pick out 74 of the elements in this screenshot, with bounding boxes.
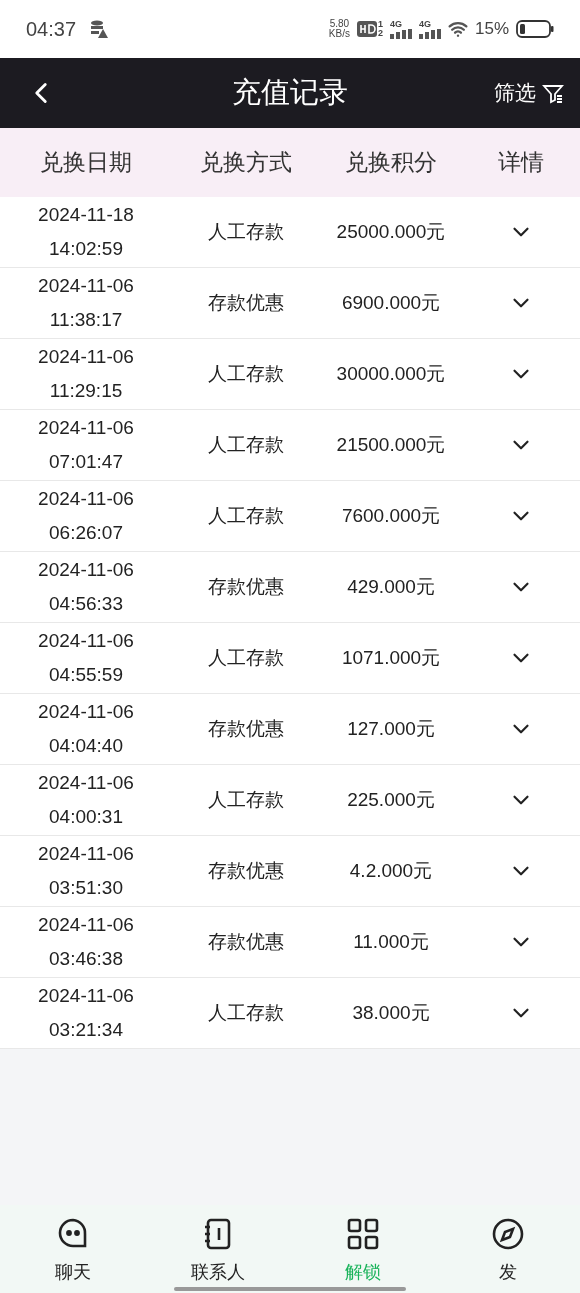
network-type: 4G: [389, 19, 402, 29]
battery-icon: [516, 20, 554, 38]
network-speed-unit: KB/s: [328, 29, 350, 39]
battery-percent: 15%: [474, 18, 509, 41]
record-method: 人工存款: [207, 219, 285, 244]
grid-icon: [345, 1217, 380, 1251]
record-method: 存款优惠: [207, 574, 285, 599]
record-date: 2024-11-18: [38, 203, 134, 227]
record-time: 11:29:15: [49, 379, 123, 403]
record-amount: 21500.000元: [335, 432, 447, 457]
compass-icon: [490, 1217, 525, 1251]
record-method: 人工存款: [207, 787, 285, 812]
network-type: 4G: [418, 19, 431, 29]
record-time: 03:51:30: [49, 876, 123, 900]
status-time: 04:37: [26, 17, 77, 42]
signal-icon: [389, 29, 412, 39]
filter-icon: [542, 82, 564, 104]
record-amount: 127.000元: [346, 716, 436, 741]
wifi-icon: [447, 19, 468, 39]
nav-tab[interactable]: 联系人: [145, 1205, 290, 1293]
record-method: 存款优惠: [207, 290, 285, 315]
record-amount: 6900.000元: [340, 290, 442, 315]
record-date: 2024-11-06: [38, 629, 134, 653]
record-time: 04:04:40: [49, 734, 123, 758]
network-speed: 5.80: [329, 19, 350, 29]
record-amount: 38.000元: [351, 1000, 431, 1025]
record-time: 04:56:33: [49, 592, 123, 616]
record-time: 03:46:38: [49, 947, 123, 971]
nav-tab[interactable]: 聊天: [0, 1205, 145, 1293]
column-header: 兑换积分: [344, 148, 438, 178]
record-time: 11:38:17: [49, 308, 123, 332]
record-method: 存款优惠: [207, 716, 285, 741]
record-time: 04:00:31: [49, 805, 123, 829]
record-time: 03:21:34: [49, 1018, 123, 1042]
record-time: 07:01:47: [49, 450, 123, 474]
record-method: 人工存款: [207, 503, 285, 528]
record-amount: 429.000元: [346, 574, 436, 599]
record-method: 人工存款: [207, 1000, 285, 1025]
record-date: 2024-11-06: [38, 771, 134, 795]
signal-icon: [418, 29, 441, 39]
record-amount: 11.000元: [352, 929, 430, 954]
record-amount: 4.2.000元: [348, 858, 434, 883]
record-method: 存款优惠: [207, 858, 285, 883]
page-title: 充值记录: [232, 75, 348, 111]
record-method: 人工存款: [207, 645, 285, 670]
sim-number: 1: [377, 20, 383, 29]
record-date: 2024-11-06: [38, 345, 134, 369]
record-amount: 225.000元: [346, 787, 436, 812]
record-amount: 30000.000元: [335, 361, 447, 386]
record-time: 04:55:59: [49, 663, 123, 687]
column-header: 详情: [497, 148, 545, 178]
record-time: 06:26:07: [49, 521, 123, 545]
record-amount: 7600.000元: [340, 503, 442, 528]
column-header: 兑换日期: [39, 148, 133, 178]
column-header: 兑换方式: [199, 148, 293, 178]
record-date: 2024-11-06: [38, 700, 134, 724]
filter-button[interactable]: 筛选: [494, 77, 564, 109]
record-method: 人工存款: [207, 432, 285, 457]
nav-tab[interactable]: 发: [435, 1205, 580, 1293]
record-date: 2024-11-06: [38, 416, 134, 440]
record-method: 存款优惠: [207, 929, 285, 954]
database-warning-icon: [90, 20, 109, 38]
record-amount: 25000.000元: [335, 219, 447, 244]
record-date: 2024-11-06: [38, 274, 134, 298]
sim-number: 2: [377, 29, 383, 38]
record-date: 2024-11-06: [38, 984, 134, 1008]
record-method: 人工存款: [207, 361, 285, 386]
record-date: 2024-11-06: [38, 558, 134, 582]
record-date: 2024-11-06: [38, 487, 134, 511]
hd-icon: [356, 21, 377, 37]
record-amount: 1071.000元: [340, 645, 442, 670]
record-date: 2024-11-06: [38, 842, 134, 866]
record-date: 2024-11-06: [38, 913, 134, 937]
record-time: 14:02:59: [49, 237, 123, 261]
